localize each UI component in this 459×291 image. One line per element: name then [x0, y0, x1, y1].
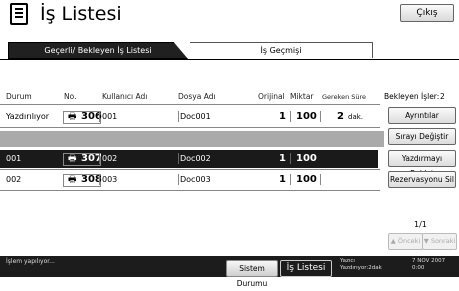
- job-user: 001: [102, 112, 118, 121]
- job-queue-position: 002: [6, 175, 22, 184]
- tab-current-waiting-jobs[interactable]: Geçerli/ Bekleyen İş Listesi: [8, 42, 188, 59]
- job-remaining-unit: dak.: [348, 113, 364, 121]
- title-bar: İş Listesi Çıkış: [0, 0, 459, 32]
- job-user: 002: [102, 154, 118, 163]
- column-header-no: No.: [64, 92, 77, 101]
- system-status-button[interactable]: Sistem Durumu: [226, 260, 278, 288]
- separator-bar: [0, 131, 384, 147]
- job-copies: 1: [279, 174, 286, 185]
- date-time: 7 NOV 2007 0:00: [412, 258, 445, 272]
- column-header-remaining: Gereken Süre: [322, 93, 367, 101]
- tab-job-history[interactable]: İş Geçmişi: [190, 42, 373, 58]
- job-queue-position: 001: [6, 154, 22, 163]
- tab-divider: [0, 59, 459, 60]
- job-quantity: 100: [296, 111, 317, 122]
- job-user: 003: [102, 175, 118, 184]
- cell-divider: [99, 111, 100, 122]
- cell-divider: [290, 174, 291, 185]
- printer-icon: 🖶: [68, 112, 77, 122]
- change-order-button[interactable]: Sırayı Değiştir: [388, 128, 456, 145]
- column-header-status: Durum: [6, 92, 32, 101]
- cell-divider: [178, 111, 179, 122]
- waiting-jobs-label: Bekleyen İşler:: [384, 92, 440, 101]
- job-copies: 1: [279, 153, 286, 164]
- job-status: Yazdırılıyor: [6, 112, 50, 121]
- cell-divider: [320, 174, 321, 185]
- exit-button[interactable]: Çıkış: [400, 4, 454, 22]
- time: 0:00: [412, 265, 425, 271]
- suspend-printing-button[interactable]: Yazdırmayı Beklet: [388, 150, 456, 178]
- job-list-icon: [10, 3, 28, 25]
- job-document: Doc003: [180, 175, 211, 184]
- job-document: Doc002: [180, 154, 211, 163]
- next-page-button[interactable]: ▼ Sonraki: [422, 233, 457, 250]
- cell-divider: [178, 174, 179, 185]
- job-list-button[interactable]: İş Listesi: [280, 260, 332, 277]
- delete-reservation-button[interactable]: Rezervasyonu Sil: [388, 171, 456, 188]
- details-button[interactable]: Ayrıntılar: [388, 107, 456, 124]
- job-copies: 1: [279, 111, 286, 122]
- cell-divider: [99, 153, 100, 164]
- job-quantity: 100: [296, 153, 317, 164]
- job-row[interactable]: Yazdırılıyor 🖶 306 001 Doc001 1 100 2 da…: [0, 108, 378, 126]
- cell-divider: [178, 153, 179, 164]
- job-row-selected[interactable]: 001 🖶 307 002 Doc002 1 100: [0, 150, 378, 168]
- cell-divider: [290, 111, 291, 122]
- column-header-doc: Dosya Adı: [178, 92, 216, 101]
- row-divider: [0, 190, 380, 191]
- previous-page-button[interactable]: ▲ Önceki: [388, 233, 423, 250]
- previous-label: Önceki: [397, 237, 421, 245]
- status-bar: İşlem yapılıyor... Sistem Durumu İş List…: [0, 256, 459, 288]
- triangle-down-icon: ▼: [423, 237, 429, 245]
- column-header-user: Kullanıcı Adı: [102, 92, 148, 101]
- next-label: Sonraki: [430, 237, 456, 245]
- row-divider: [0, 169, 380, 170]
- column-header-qty: Miktar: [290, 92, 314, 101]
- processing-status: İşlem yapılıyor...: [6, 258, 55, 265]
- date: 7 NOV 2007: [412, 258, 446, 264]
- printer-progress: Yazdırıyor:2dak: [340, 265, 382, 271]
- job-remaining-time: 2: [337, 111, 344, 122]
- printer-icon: 🖶: [68, 154, 77, 164]
- job-quantity: 100: [296, 174, 317, 185]
- job-list-screen: İş Listesi Çıkış Geçerli/ Bekleyen İş Li…: [0, 0, 459, 288]
- row-divider: [0, 127, 380, 128]
- job-document: Doc001: [180, 112, 211, 121]
- waiting-jobs-count: 2: [440, 92, 445, 101]
- printer-icon: 🖶: [68, 175, 77, 185]
- triangle-up-icon: ▲: [390, 237, 396, 245]
- printer-status: Yazıcı Yazdırıyor:2dak: [340, 258, 382, 272]
- cell-divider: [290, 153, 291, 164]
- page-title: İş Listesi: [40, 3, 122, 25]
- job-row[interactable]: 002 🖶 308 003 Doc003 1 100: [0, 171, 378, 189]
- header-divider: [0, 104, 380, 105]
- cell-divider: [99, 174, 100, 185]
- column-header-copies: Orijinal: [258, 92, 285, 101]
- printer-label: Yazıcı: [340, 258, 355, 264]
- cell-divider: [320, 111, 321, 122]
- page-indicator: 1/1: [414, 220, 427, 229]
